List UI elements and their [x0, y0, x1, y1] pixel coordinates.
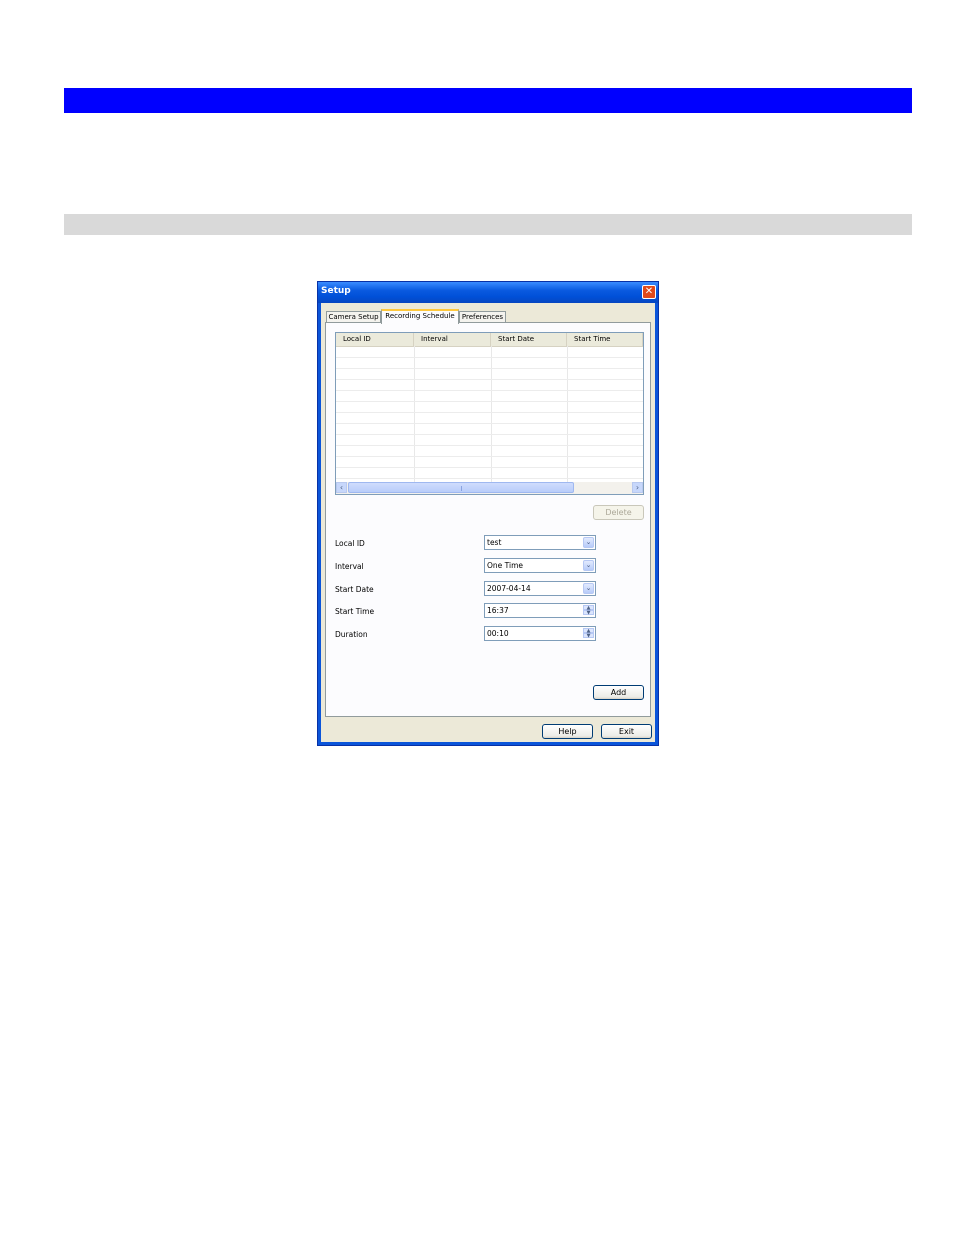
grid-line — [336, 467, 643, 468]
start-date-value: 2007-04-14 — [487, 584, 531, 593]
blue-header-bar — [64, 88, 912, 113]
spin-control: ▲ ▼ — [583, 605, 594, 616]
duration-label: Duration — [335, 630, 368, 639]
column-header-interval[interactable]: Interval — [414, 333, 491, 346]
start-time-value: 16:37 — [487, 606, 509, 615]
grid-line — [336, 445, 643, 446]
start-time-label: Start Time — [335, 607, 375, 616]
recording-schedule-panel: Local ID Interval Start Date Start Time — [325, 322, 651, 717]
grid-line — [336, 423, 643, 424]
duration-value: 00:10 — [487, 629, 509, 638]
grid-line — [336, 357, 643, 358]
dialog-client-area: Camera Setup Recording Schedule Preferen… — [321, 303, 655, 742]
local-id-label: Local ID — [335, 539, 365, 548]
grid-line — [414, 346, 415, 482]
dialog-titlebar[interactable]: Setup ✕ — [318, 282, 658, 303]
column-header-start-date[interactable]: Start Date — [491, 333, 567, 346]
scrollbar-thumb[interactable] — [348, 482, 574, 493]
scroll-right-icon[interactable]: › — [632, 482, 643, 493]
setup-dialog: Setup ✕ Camera Setup Recording Schedule … — [317, 281, 659, 746]
start-time-spinner[interactable]: 16:37 ▲ ▼ — [484, 603, 596, 618]
local-id-value: test — [487, 538, 502, 547]
interval-value: One Time — [487, 561, 524, 570]
interval-label: Interval — [335, 562, 364, 571]
grid-line — [336, 401, 643, 402]
delete-button[interactable]: Delete — [593, 505, 644, 520]
chevron-down-icon[interactable]: ⌄ — [583, 583, 594, 594]
help-button[interactable]: Help — [542, 724, 593, 739]
thumb-grip — [461, 486, 462, 491]
start-date-picker[interactable]: 2007-04-14 ⌄ — [484, 581, 596, 596]
start-date-label: Start Date — [335, 585, 374, 594]
spin-down-icon[interactable]: ▼ — [583, 610, 594, 616]
interval-select[interactable]: One Time ⌄ — [484, 558, 596, 573]
close-icon[interactable]: ✕ — [642, 285, 656, 299]
gray-subheader-bar — [64, 214, 912, 235]
schedule-list[interactable]: Local ID Interval Start Date Start Time — [335, 332, 644, 495]
column-header-start-time[interactable]: Start Time — [567, 333, 643, 346]
list-header: Local ID Interval Start Date Start Time — [336, 333, 643, 347]
add-button[interactable]: Add — [593, 685, 644, 700]
grid-line — [336, 478, 643, 479]
exit-button[interactable]: Exit — [601, 724, 652, 739]
grid-line — [336, 390, 643, 391]
spin-down-icon[interactable]: ▼ — [583, 633, 594, 639]
grid-line — [491, 346, 492, 482]
chevron-down-icon[interactable]: ⌄ — [583, 537, 594, 548]
grid-line — [336, 412, 643, 413]
dialog-title: Setup — [321, 286, 351, 296]
grid-line — [336, 456, 643, 457]
local-id-select[interactable]: test ⌄ — [484, 535, 596, 550]
grid-line — [336, 434, 643, 435]
tab-recording-schedule[interactable]: Recording Schedule — [381, 309, 459, 324]
grid-line — [567, 346, 568, 482]
column-header-local-id[interactable]: Local ID — [336, 333, 414, 346]
duration-spinner[interactable]: 00:10 ▲ ▼ — [484, 626, 596, 641]
grid-line — [336, 368, 643, 369]
chevron-down-icon[interactable]: ⌄ — [583, 560, 594, 571]
horizontal-scrollbar[interactable]: ‹ › — [336, 482, 643, 494]
grid-line — [336, 379, 643, 380]
spin-control: ▲ ▼ — [583, 628, 594, 639]
scroll-left-icon[interactable]: ‹ — [336, 482, 347, 493]
